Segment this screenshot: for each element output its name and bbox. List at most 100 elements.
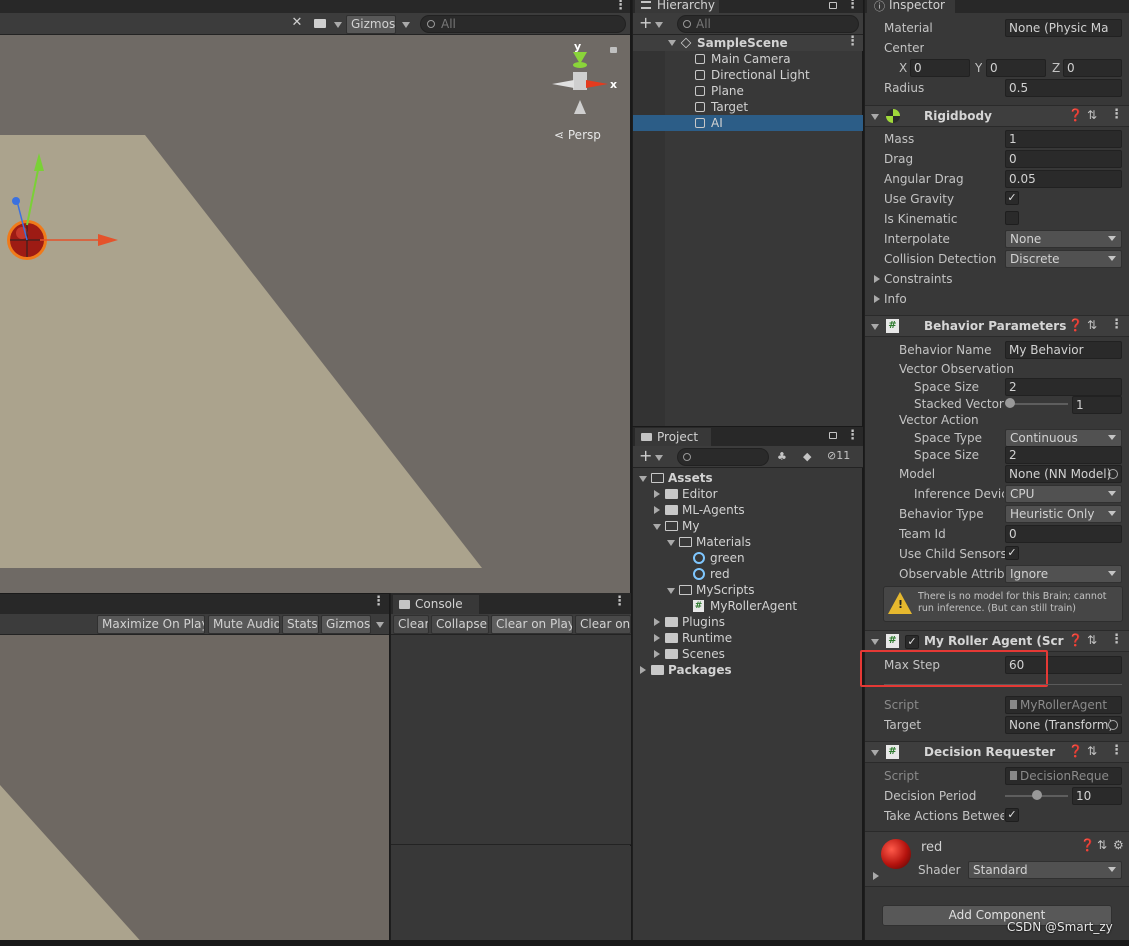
expand-arrow-icon[interactable]: [654, 650, 660, 658]
expand-arrow-icon[interactable]: [654, 618, 660, 626]
collapse-arrow-icon[interactable]: [667, 540, 675, 546]
expand-arrow-icon[interactable]: [640, 666, 646, 674]
roller-agent-menu-icon[interactable]: ⋮: [1110, 632, 1123, 647]
roller-agent-header[interactable]: # ✓ My Roller Agent (Script ❓ ⇅ ⋮: [865, 630, 1129, 652]
hierarchy-item[interactable]: Directional Light: [633, 67, 863, 83]
target-picker-icon[interactable]: [1108, 720, 1118, 730]
collapse-arrow-icon[interactable]: [667, 588, 675, 594]
project-menu-icon[interactable]: ⋮: [846, 428, 859, 443]
project-tree-item[interactable]: green: [633, 550, 863, 566]
scene-canvas[interactable]: [0, 35, 630, 593]
collision-detection-dropdown[interactable]: Discrete: [1005, 250, 1122, 268]
rigidbody-menu-icon[interactable]: ⋮: [1110, 107, 1123, 122]
lock-icon[interactable]: [610, 47, 617, 53]
scene-menu-icon[interactable]: ⋮: [614, 0, 627, 13]
center-x-field[interactable]: 0: [910, 59, 970, 77]
game-gizmos-dropdown-icon[interactable]: [376, 622, 384, 628]
project-tree-item[interactable]: red: [633, 566, 863, 582]
mass-field[interactable]: 1: [1005, 130, 1122, 148]
decision-requester-header[interactable]: # Decision Requester ❓ ⇅ ⋮: [865, 741, 1129, 763]
hierarchy-item[interactable]: Main Camera: [633, 51, 863, 67]
constraints-expand-icon[interactable]: [874, 275, 880, 283]
project-tree-item[interactable]: Materials: [633, 534, 863, 550]
console-collapse-button[interactable]: Collapse: [431, 615, 489, 634]
team-id-field[interactable]: 0: [1005, 525, 1122, 543]
create-plus-icon[interactable]: +: [639, 13, 652, 32]
is-kinematic-checkbox[interactable]: [1005, 211, 1019, 225]
game-gizmos-button[interactable]: Gizmos: [321, 615, 371, 634]
gizmos-button[interactable]: Gizmos: [346, 15, 396, 34]
roller-agent-enabled-checkbox[interactable]: ✓: [905, 635, 919, 649]
take-actions-checkbox[interactable]: ✓: [1005, 808, 1019, 822]
use-gravity-checkbox[interactable]: ✓: [1005, 191, 1019, 205]
center-z-field[interactable]: 0: [1063, 59, 1122, 77]
decision-help-icon[interactable]: ❓: [1068, 744, 1083, 758]
project-create-icon[interactable]: +: [639, 446, 652, 465]
interpolate-dropdown[interactable]: None: [1005, 230, 1122, 248]
project-tree-item[interactable]: Packages: [633, 662, 863, 678]
filter-by-label-icon[interactable]: ◆: [803, 450, 815, 463]
scene-expand-icon[interactable]: [668, 40, 676, 46]
behavior-type-dropdown[interactable]: Heuristic Only: [1005, 505, 1122, 523]
shader-dropdown[interactable]: Standard: [968, 861, 1122, 879]
roller-agent-preset-icon[interactable]: ⇅: [1087, 633, 1097, 647]
model-picker-icon[interactable]: [1108, 469, 1118, 479]
scene-search-input[interactable]: All: [420, 15, 626, 33]
hierarchy-search-input[interactable]: All: [677, 15, 859, 33]
project-tree-item[interactable]: # MyRollerAgent: [633, 598, 863, 614]
create-dropdown-icon[interactable]: [655, 22, 663, 28]
constraints-label[interactable]: Constraints: [884, 272, 952, 286]
hierarchy-item[interactable]: Target: [633, 99, 863, 115]
material-expand-icon[interactable]: [873, 872, 879, 880]
decision-collapse-icon[interactable]: [871, 750, 879, 756]
tools-icon[interactable]: ✕: [288, 15, 306, 32]
camera-icon[interactable]: [314, 19, 326, 28]
scene-root-row[interactable]: SampleScene ⋮: [633, 34, 863, 51]
rigidbody-help-icon[interactable]: ❓: [1068, 108, 1083, 122]
project-create-dropdown-icon[interactable]: [655, 455, 663, 461]
decision-menu-icon[interactable]: ⋮: [1110, 743, 1123, 758]
space-type-dropdown[interactable]: Continuous: [1005, 429, 1122, 447]
obs-space-size-field[interactable]: 2: [1005, 378, 1122, 396]
collider-material-field[interactable]: None (Physic Ma: [1005, 19, 1122, 37]
scene-menu-icon[interactable]: ⋮: [846, 34, 859, 49]
project-tree-item[interactable]: Plugins: [633, 614, 863, 630]
project-tree-item[interactable]: Runtime: [633, 630, 863, 646]
stacked-vectors-field[interactable]: 1: [1072, 396, 1122, 414]
project-tree-item[interactable]: ML-Agents: [633, 502, 863, 518]
project-tree-item[interactable]: Assets: [633, 470, 863, 486]
project-tree-item[interactable]: My: [633, 518, 863, 534]
angular-drag-field[interactable]: 0.05: [1005, 170, 1122, 188]
behavior-preset-icon[interactable]: ⇅: [1087, 318, 1097, 332]
expand-arrow-icon[interactable]: [654, 490, 660, 498]
console-clear-button[interactable]: Clear: [393, 615, 429, 634]
stacked-vectors-slider-thumb[interactable]: [1005, 398, 1015, 408]
use-child-sensors-checkbox[interactable]: ✓: [1005, 546, 1019, 560]
behavior-name-field[interactable]: My Behavior: [1005, 341, 1122, 359]
material-help-icon[interactable]: ❓: [1080, 838, 1095, 852]
rigidbody-header[interactable]: Rigidbody ❓ ⇅ ⋮: [865, 105, 1129, 127]
game-menu-icon[interactable]: ⋮: [372, 594, 385, 609]
project-tree-item[interactable]: Scenes: [633, 646, 863, 662]
stacked-vectors-slider-track[interactable]: [1008, 403, 1068, 405]
hierarchy-lock-icon[interactable]: [829, 2, 837, 9]
persp-label[interactable]: ⋖ Persp: [554, 128, 601, 142]
agent-target-field[interactable]: None (Transform): [1005, 716, 1122, 734]
hidden-packages-icon[interactable]: ⊘11: [827, 449, 850, 462]
rigidbody-preset-icon[interactable]: ⇅: [1087, 108, 1097, 122]
drag-field[interactable]: 0: [1005, 150, 1122, 168]
console-detail-area[interactable]: [391, 846, 631, 946]
stats-button[interactable]: Stats: [282, 615, 319, 634]
behavior-menu-icon[interactable]: ⋮: [1110, 317, 1123, 332]
center-y-field[interactable]: 0: [986, 59, 1046, 77]
hierarchy-item[interactable]: AI: [633, 115, 863, 131]
action-space-size-field[interactable]: 2: [1005, 446, 1122, 464]
material-preset-icon[interactable]: ⇅: [1097, 838, 1107, 852]
roller-agent-collapse-icon[interactable]: [871, 639, 879, 645]
material-settings-icon[interactable]: ⚙: [1113, 838, 1124, 852]
info-expand-icon[interactable]: [874, 295, 880, 303]
roller-agent-help-icon[interactable]: ❓: [1068, 633, 1083, 647]
behavior-help-icon[interactable]: ❓: [1068, 318, 1083, 332]
rigidbody-collapse-icon[interactable]: [871, 114, 879, 120]
project-lock-icon[interactable]: [829, 432, 837, 439]
